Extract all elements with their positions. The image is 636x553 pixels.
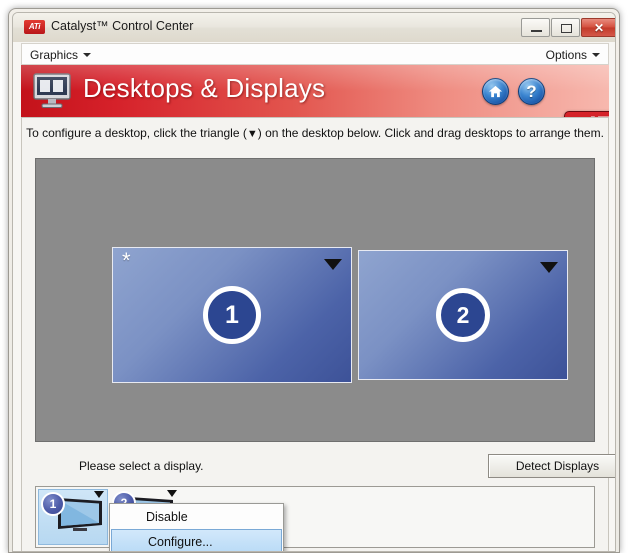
content-panel: To configure a desktop, click the triang… (21, 117, 615, 551)
display-thumbnail-1[interactable]: 1 (38, 489, 108, 545)
application-window: ATi Catalyst™ Control Center ✕ Graphics … (8, 8, 620, 553)
help-glyph: ? (526, 82, 537, 101)
maximize-button[interactable] (551, 18, 580, 37)
window-inner: ATi Catalyst™ Control Center ✕ Graphics … (12, 12, 616, 552)
title-bar[interactable]: ATi Catalyst™ Control Center ✕ (13, 13, 615, 42)
menu-graphics[interactable]: Graphics (24, 46, 97, 64)
home-icon[interactable] (482, 78, 509, 105)
minimize-button[interactable] (521, 18, 550, 37)
triangle-down-icon[interactable] (167, 490, 177, 497)
instruction-text: To configure a desktop, click the triang… (22, 126, 608, 140)
desktop-tile-1[interactable]: * 1 (112, 247, 352, 383)
instruction-part1: To configure a desktop, click the triang… (26, 126, 247, 140)
page-banner: Desktops & Displays ? ATi RADEON PREMIUM… (21, 65, 609, 117)
desktop-number-1: 1 (203, 286, 261, 344)
instruction-part2: ) on the desktop below. Click and drag d… (257, 126, 604, 140)
menu-options-label: Options (545, 48, 587, 62)
desktop-arrangement-canvas[interactable]: * 1 2 (35, 158, 595, 442)
close-button[interactable]: ✕ (581, 18, 615, 37)
triangle-down-icon[interactable] (324, 259, 342, 270)
desktop-number-2: 2 (436, 288, 490, 342)
chevron-down-icon (83, 53, 92, 57)
triangle-down-icon[interactable] (94, 491, 104, 498)
thumbnail-number-1: 1 (41, 492, 65, 516)
detect-displays-button[interactable]: Detect Displays (488, 454, 615, 478)
context-menu-item-configure[interactable]: Configure... (111, 529, 282, 551)
window-title: Catalyst™ Control Center (51, 19, 194, 33)
chevron-down-icon (592, 53, 600, 57)
maximize-icon (561, 24, 572, 33)
page-title: Desktops & Displays (83, 73, 326, 103)
desktop-tile-2[interactable]: 2 (358, 250, 568, 380)
menu-graphics-label: Graphics (30, 48, 79, 62)
triangle-down-icon[interactable] (540, 262, 558, 273)
triangle-down-icon: ▼ (246, 128, 258, 140)
monitor-icon (33, 73, 71, 108)
status-row: Please select a display. Detect Displays (35, 452, 615, 482)
context-menu-item-disable[interactable]: Disable (110, 504, 283, 529)
close-icon: ✕ (593, 20, 605, 35)
menu-bar: Graphics Options (21, 43, 609, 65)
home-glyph (488, 85, 503, 98)
ati-logo-icon: ATi (24, 20, 45, 34)
primary-display-marker: * (122, 248, 131, 273)
minimize-icon (531, 30, 542, 32)
status-message: Please select a display. (79, 459, 204, 473)
menu-options[interactable]: Options (540, 46, 606, 64)
help-icon[interactable]: ? (518, 78, 545, 105)
